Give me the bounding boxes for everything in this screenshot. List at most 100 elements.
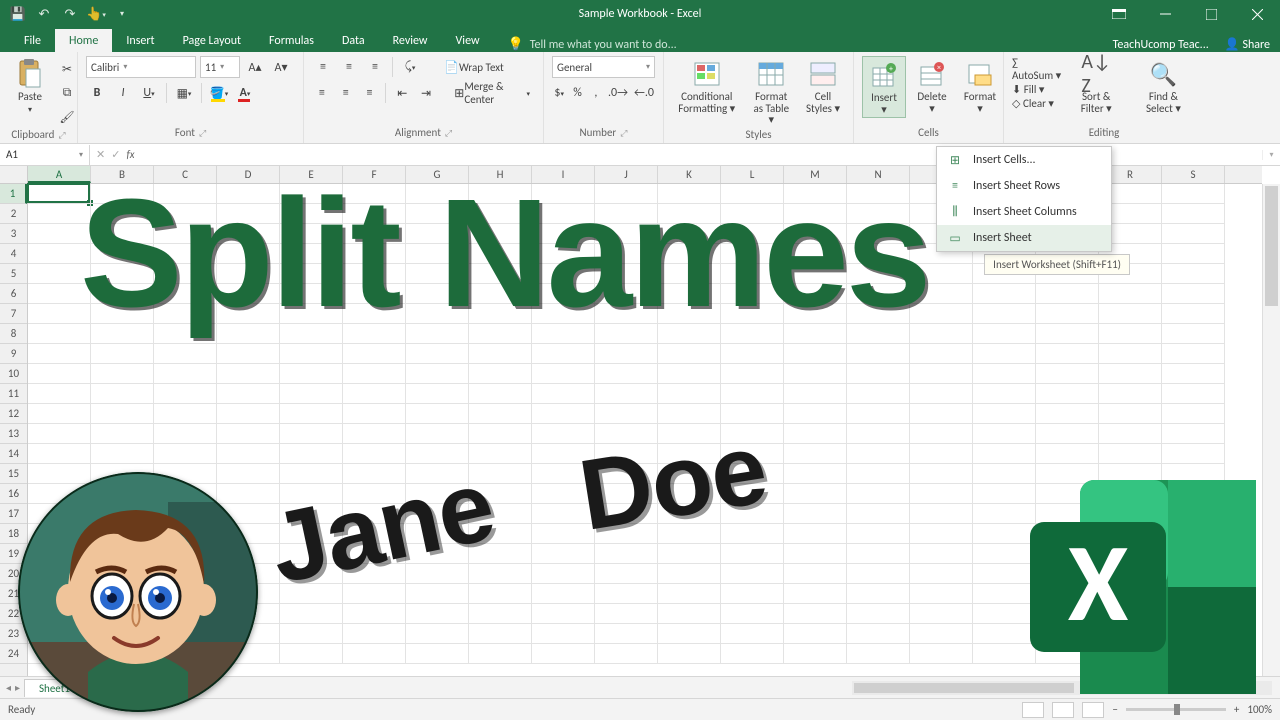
tab-insert[interactable]: Insert xyxy=(112,29,168,52)
share-button[interactable]: 👤 Share xyxy=(1225,37,1270,52)
tab-formulas[interactable]: Formulas xyxy=(255,29,328,52)
copy-icon[interactable]: ⧉ xyxy=(56,82,78,104)
fx-icon[interactable]: fx xyxy=(126,148,134,161)
tab-scroll-left-icon[interactable]: ◂ xyxy=(6,681,11,694)
tell-me[interactable]: 💡Tell me what you want to do... xyxy=(508,37,677,52)
sort-filter-button[interactable]: A↓ZSort & Filter ▾ xyxy=(1066,56,1127,116)
align-bottom-icon[interactable]: ≡ xyxy=(364,56,386,78)
col-head-S[interactable]: S xyxy=(1162,166,1225,183)
align-left-icon[interactable]: ≡ xyxy=(312,82,332,104)
format-painter-icon[interactable]: 🖌 xyxy=(56,106,78,128)
row-head-12[interactable]: 12 xyxy=(0,404,27,424)
row-head-24[interactable]: 24 xyxy=(0,644,27,664)
ribbon-tabs: File Home Insert Page Layout Formulas Da… xyxy=(0,28,1280,52)
font-color-icon[interactable]: A▾ xyxy=(234,82,256,104)
tab-data[interactable]: Data xyxy=(328,29,379,52)
increase-decimal-icon[interactable]: .0→ xyxy=(607,82,629,104)
percent-icon[interactable]: % xyxy=(570,82,584,104)
merge-center-button[interactable]: ⊞ Merge & Center ▾ xyxy=(449,82,535,104)
cut-icon[interactable]: ✂ xyxy=(56,58,78,80)
insert-columns-icon: ⫼ xyxy=(947,204,963,220)
row-head-8[interactable]: 8 xyxy=(0,324,27,344)
fill-button[interactable]: ⬇ Fill ▾ xyxy=(1012,83,1062,96)
row-head-11[interactable]: 11 xyxy=(0,384,27,404)
enter-formula-icon[interactable]: ✓ xyxy=(111,148,120,161)
account-name[interactable]: TeachUcomp Teac... xyxy=(1113,38,1209,52)
row-head-7[interactable]: 7 xyxy=(0,304,27,324)
cell-styles-button[interactable]: Cell Styles ▾ xyxy=(801,56,845,116)
decrease-font-icon[interactable]: A▾ xyxy=(270,56,292,78)
cancel-formula-icon[interactable]: ✕ xyxy=(96,148,105,161)
format-cells-button[interactable]: Format▾ xyxy=(958,56,1002,116)
tab-file[interactable]: File xyxy=(10,29,55,52)
row-head-13[interactable]: 13 xyxy=(0,424,27,444)
select-all-corner[interactable] xyxy=(0,166,28,184)
fill-color-icon[interactable]: 🪣▾ xyxy=(208,82,230,104)
tab-home[interactable]: Home xyxy=(55,29,112,52)
row-head-10[interactable]: 10 xyxy=(0,364,27,384)
tab-review[interactable]: Review xyxy=(379,29,442,52)
save-icon[interactable]: 💾 xyxy=(6,2,30,26)
wrap-text-button[interactable]: 📄 Wrap Text xyxy=(439,56,509,78)
align-center-icon[interactable]: ≡ xyxy=(336,82,356,104)
decrease-decimal-icon[interactable]: ←.0 xyxy=(633,82,655,104)
row-head-2[interactable]: 2 xyxy=(0,204,27,224)
maximize-icon[interactable] xyxy=(1188,0,1234,28)
clear-button[interactable]: ◇ Clear ▾ xyxy=(1012,97,1062,110)
increase-font-icon[interactable]: A▴ xyxy=(244,56,266,78)
svg-text:×: × xyxy=(937,63,941,73)
format-as-table-button[interactable]: Format as Table ▾ xyxy=(745,56,797,128)
status-ready: Ready xyxy=(8,703,35,716)
minimize-icon[interactable] xyxy=(1142,0,1188,28)
redo-icon[interactable]: ↷ xyxy=(58,2,82,26)
increase-indent-icon[interactable]: ⇥ xyxy=(416,82,436,104)
ribbon-options-icon[interactable] xyxy=(1096,0,1142,28)
tab-view[interactable]: View xyxy=(442,29,494,52)
insert-dropdown-menu: ⊞Insert Cells... ≡Insert Sheet Rows ⫼Ins… xyxy=(936,146,1112,252)
align-top-icon[interactable]: ≡ xyxy=(312,56,334,78)
row-head-15[interactable]: 15 xyxy=(0,464,27,484)
number-format-combo[interactable]: General▾ xyxy=(552,56,655,78)
tab-scroll-right-icon[interactable]: ▸ xyxy=(15,681,20,694)
row-head-5[interactable]: 5 xyxy=(0,264,27,284)
bold-button[interactable]: B xyxy=(86,82,108,104)
orientation-icon[interactable]: ⤹▾ xyxy=(399,56,421,78)
expand-formula-bar-icon[interactable]: ▾ xyxy=(1262,150,1280,160)
decrease-indent-icon[interactable]: ⇤ xyxy=(392,82,412,104)
paste-button[interactable]: Paste▾ xyxy=(8,56,52,116)
row-head-4[interactable]: 4 xyxy=(0,244,27,264)
currency-icon[interactable]: $▾ xyxy=(552,82,566,104)
row-head-14[interactable]: 14 xyxy=(0,444,27,464)
italic-button[interactable]: I xyxy=(112,82,134,104)
svg-text:X: X xyxy=(1068,515,1129,650)
menu-insert-sheet[interactable]: ▭Insert Sheet↖ xyxy=(937,225,1111,251)
row-head-1[interactable]: 1 xyxy=(0,184,27,204)
undo-icon[interactable]: ↶ xyxy=(32,2,56,26)
row-head-6[interactable]: 6 xyxy=(0,284,27,304)
find-select-button[interactable]: 🔍Find & Select ▾ xyxy=(1131,56,1196,116)
align-middle-icon[interactable]: ≡ xyxy=(338,56,360,78)
qat-customize-icon[interactable]: ▾ xyxy=(110,2,134,26)
row-head-17[interactable]: 17 xyxy=(0,504,27,524)
comma-icon[interactable]: , xyxy=(589,82,603,104)
row-head-18[interactable]: 18 xyxy=(0,524,27,544)
row-head-3[interactable]: 3 xyxy=(0,224,27,244)
font-size-combo[interactable]: 11▾ xyxy=(200,56,240,78)
delete-cells-button[interactable]: ×Delete▾ xyxy=(910,56,954,116)
conditional-formatting-button[interactable]: Conditional Formatting ▾ xyxy=(672,56,741,116)
borders-icon[interactable]: ▦▾ xyxy=(173,82,195,104)
tab-page-layout[interactable]: Page Layout xyxy=(169,29,255,52)
touch-mode-icon[interactable]: 👆▾ xyxy=(84,2,108,26)
underline-button[interactable]: U▾ xyxy=(138,82,160,104)
font-name-combo[interactable]: Calibri▾ xyxy=(86,56,196,78)
menu-insert-cells[interactable]: ⊞Insert Cells... xyxy=(937,147,1111,173)
close-icon[interactable] xyxy=(1234,0,1280,28)
name-box[interactable]: A1▾ xyxy=(0,145,90,165)
align-right-icon[interactable]: ≡ xyxy=(360,82,380,104)
insert-cells-button[interactable]: +Insert▾ xyxy=(862,56,906,118)
row-head-9[interactable]: 9 xyxy=(0,344,27,364)
menu-insert-sheet-columns[interactable]: ⫼Insert Sheet Columns xyxy=(937,199,1111,225)
autosum-button[interactable]: ∑ AutoSum ▾ xyxy=(1012,56,1062,82)
row-head-16[interactable]: 16 xyxy=(0,484,27,504)
menu-insert-sheet-rows[interactable]: ≡Insert Sheet Rows xyxy=(937,173,1111,199)
